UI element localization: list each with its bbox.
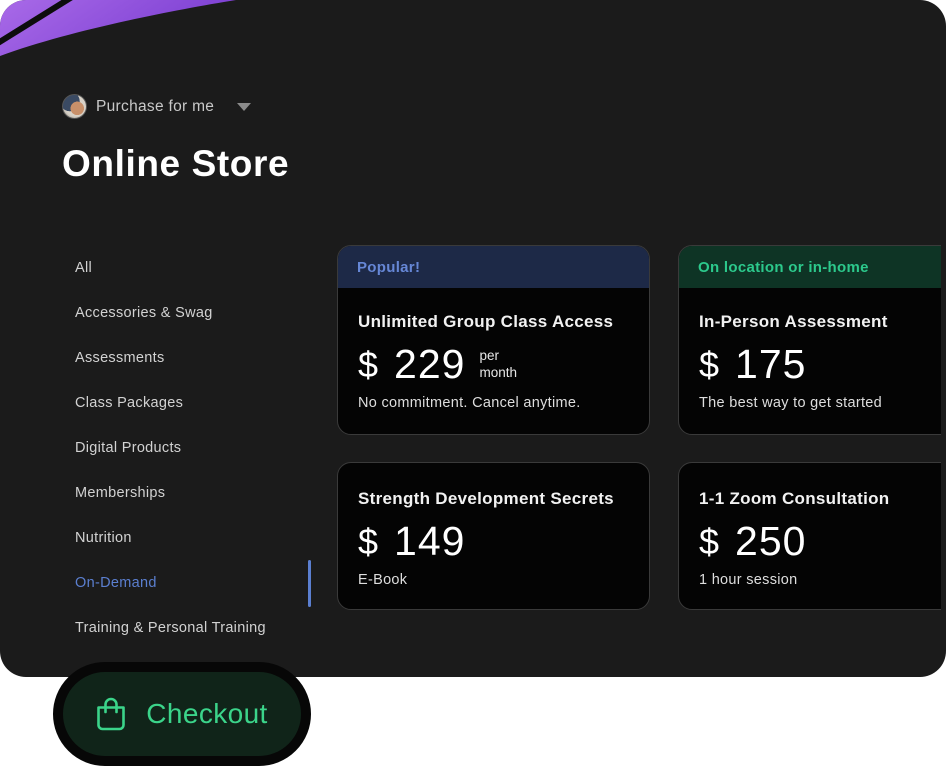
purchase-for-selector[interactable]: Purchase for me [62,94,252,119]
currency-symbol: $ [699,520,720,562]
product-title: In-Person Assessment [699,312,888,331]
checkout-label: Checkout [146,698,268,729]
product-title: 1-1 Zoom Consultation [699,489,890,508]
category-sidebar: All Accessories & Swag Assessments Class… [75,245,300,650]
price-amount: 149 [394,518,466,564]
sidebar-item-accessories-swag[interactable]: Accessories & Swag [75,290,300,335]
products-grid: Popular! Unlimited Group Class Access $ … [337,245,941,611]
sidebar-item-on-demand[interactable]: On-Demand [75,560,300,605]
avatar [62,94,87,119]
price-period-line2: month [479,364,517,380]
sidebar-item-training-personal-training[interactable]: Training & Personal Training [75,605,300,650]
sidebar-item-memberships[interactable]: Memberships [75,470,300,515]
sidebar-item-all[interactable]: All [75,245,300,290]
product-badge: Popular! [338,246,649,288]
product-price: $ 229 per month [358,341,629,388]
price-amount: 175 [735,341,807,387]
product-card-body: In-Person Assessment $ 175 The best way … [679,288,941,411]
online-store-panel: Purchase for me Online Store All Accesso… [0,0,946,677]
sidebar-item-assessments[interactable]: Assessments [75,335,300,380]
product-card-in-person-assessment[interactable]: On location or in-home In-Person Assessm… [678,245,941,435]
product-card-body: 1-1 Zoom Consultation $ 250 1 hour sessi… [679,463,941,588]
product-title: Strength Development Secrets [358,489,614,508]
product-card-unlimited-group-class-access[interactable]: Popular! Unlimited Group Class Access $ … [337,245,650,435]
purple-swoosh-decoration [0,0,236,56]
sidebar-item-nutrition[interactable]: Nutrition [75,515,300,560]
product-title: Unlimited Group Class Access [358,312,614,331]
product-price: $ 175 [699,341,941,388]
price-amount: 229 [394,341,466,387]
checkout-button[interactable]: Checkout [53,662,311,766]
product-subtitle: 1 hour session [699,572,798,588]
active-category-indicator [308,560,311,607]
price-amount: 250 [735,518,807,564]
sidebar-item-class-packages[interactable]: Class Packages [75,380,300,425]
product-price: $ 149 [358,518,629,565]
chevron-down-icon [237,102,252,111]
product-price: $ 250 [699,518,941,565]
page-title: Online Store [62,143,290,184]
currency-symbol: $ [358,343,379,385]
currency-symbol: $ [699,343,720,385]
shopping-bag-icon [97,697,126,731]
price-period-line1: per [479,347,499,363]
product-subtitle: No commitment. Cancel anytime. [358,395,581,411]
product-card-zoom-consultation[interactable]: 1-1 Zoom Consultation $ 250 1 hour sessi… [678,462,941,610]
product-subtitle: E-Book [358,572,408,588]
product-card-body: Strength Development Secrets $ 149 E-Boo… [338,463,649,588]
product-card-body: Unlimited Group Class Access $ 229 per m… [338,288,649,411]
purchase-for-label: Purchase for me [96,97,215,115]
sidebar-item-digital-products[interactable]: Digital Products [75,425,300,470]
product-card-strength-development-secrets[interactable]: Strength Development Secrets $ 149 E-Boo… [337,462,650,610]
price-period: per month [479,348,517,382]
product-badge: On location or in-home [679,246,941,288]
currency-symbol: $ [358,520,379,562]
product-subtitle: The best way to get started [699,395,882,411]
